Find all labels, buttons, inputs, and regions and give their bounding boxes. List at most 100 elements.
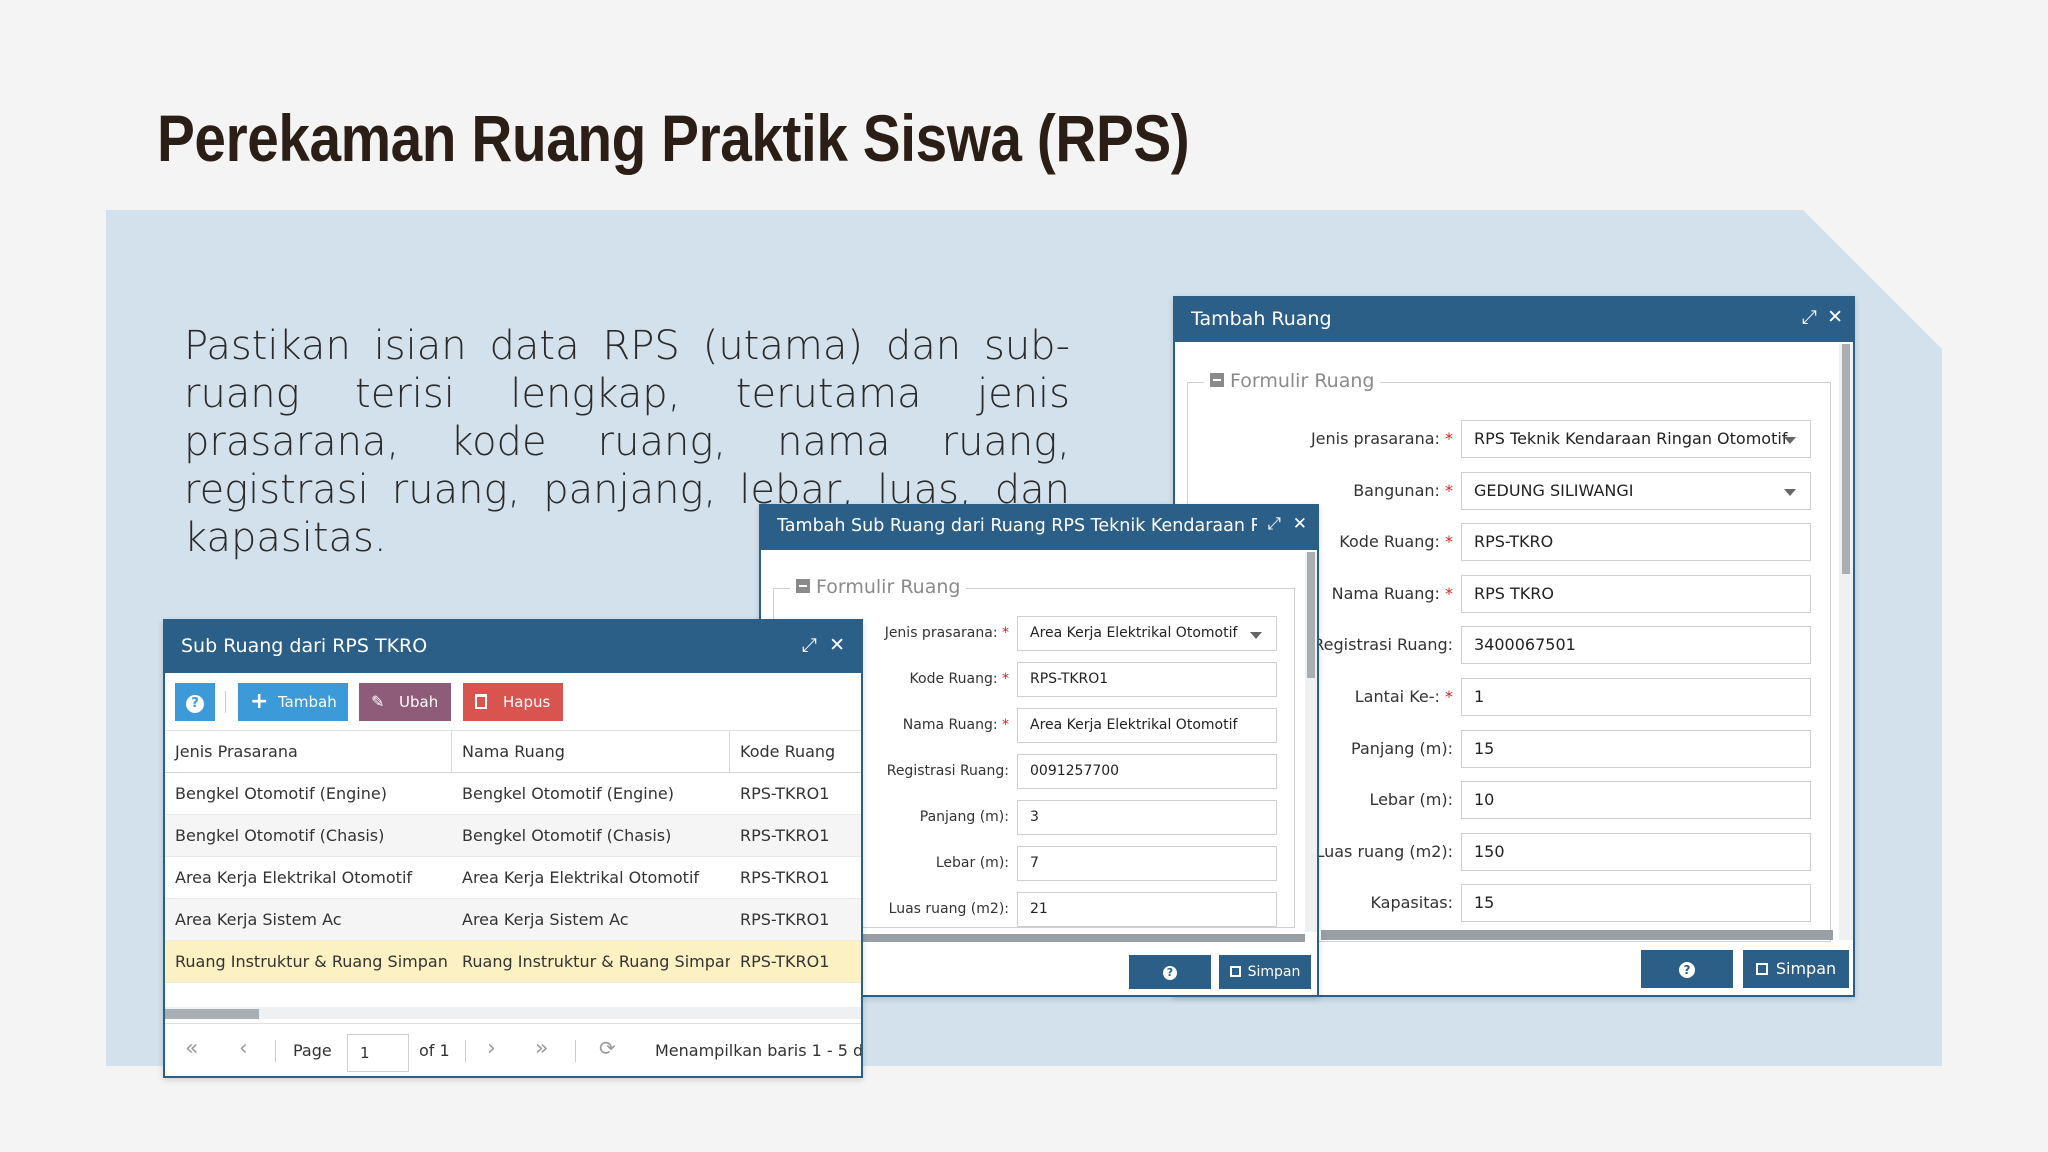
column-header-nama-ruang[interactable]: Nama Ruang [452,731,730,772]
save-button[interactable]: Simpan [1219,955,1311,989]
select-field[interactable]: Area Kerja Elektrikal Otomotif [1017,616,1277,651]
legend-label: Formulir Ruang [1230,370,1375,392]
field-label-text: Kode Ruang: [909,671,998,687]
first-page-icon[interactable]: « [185,1036,198,1061]
horizontal-scrollbar[interactable] [165,1007,861,1019]
collapse-icon[interactable] [796,579,810,593]
field-label-text: Panjang (m): [1351,738,1453,758]
fieldset-legend: Formulir Ruang [790,576,967,598]
table-row[interactable]: Bengkel Otomotif (Engine) Bengkel Otomoti… [165,773,861,815]
table-row[interactable]: Ruang Instruktur & Ruang Simpan Ruang Ins… [165,941,861,983]
text-field[interactable]: 15 [1461,729,1811,768]
cell-nama-ruang: Bengkel Otomotif (Engine) [462,784,674,803]
text-field[interactable]: 3400067501 [1461,626,1811,665]
column-header-kode-ruang[interactable]: Kode Ruang [730,731,861,772]
field-label: Bangunan: * [1175,481,1453,500]
window-title: Tambah Ruang [1191,308,1332,330]
field-value: 15 [1474,738,1495,758]
text-field[interactable]: 0091257700 [1017,754,1277,789]
scrollbar-thumb[interactable] [165,1009,259,1019]
chevron-down-icon[interactable] [1250,632,1262,639]
cell-jenis-prasarana: Area Kerja Elektrikal Otomotif [175,868,413,887]
footer-divider [1321,930,1833,940]
pencil-icon: ✎ [371,692,385,711]
page-label: Page [293,1041,332,1060]
edit-button[interactable]: ✎ Ubah [359,683,451,721]
table-row[interactable]: Area Kerja Sistem Ac Area Kerja Sistem Ac… [165,899,861,941]
plus-icon: + [250,689,269,714]
field-label-text: Panjang (m): [919,809,1009,825]
maximize-icon[interactable]: ⤢ [1802,306,1817,328]
required-asterisk: * [997,717,1009,733]
field-label-text: Nama Ruang: [902,717,998,733]
cell-kode-ruang: RPS-TKRO1 [740,868,830,887]
help-button[interactable]: ? [1129,955,1211,989]
add-button[interactable]: + Tambah [238,683,348,721]
pager-separator [275,1040,276,1062]
text-field[interactable]: Area Kerja Elektrikal Otomotif [1017,708,1277,743]
text-field[interactable]: 3 [1017,800,1277,835]
pager-status: Menampilkan baris 1 - 5 dar [655,1041,863,1060]
field-value: 1 [1474,687,1485,706]
column-header-jenis-prasarana[interactable]: Jenis Prasarana [165,731,452,772]
text-field[interactable]: 10 [1461,781,1811,820]
text-field[interactable]: 15 [1461,884,1811,923]
text-field[interactable]: RPS TKRO [1461,574,1811,613]
table-row[interactable]: Area Kerja Elektrikal Otomotif Area Kerja… [165,857,861,899]
text-field[interactable]: 21 [1017,892,1277,927]
field-label-text: Lantai Ke-: [1354,687,1440,706]
field-label-text: Luas ruang (m2): [888,901,1009,917]
text-field[interactable]: RPS-TKRO1 [1017,662,1277,697]
scrollbar-thumb[interactable] [1842,344,1850,574]
chevron-down-icon[interactable] [1784,488,1796,496]
next-page-icon[interactable]: › [487,1036,496,1061]
chevron-down-icon[interactable] [1784,437,1796,444]
cell-kode-ruang: RPS-TKRO1 [740,952,830,971]
page-number-input[interactable] [347,1034,409,1072]
close-icon[interactable]: ✕ [1827,306,1843,328]
field-value: 10 [1474,790,1495,810]
delete-label: Hapus [503,693,551,711]
save-label: Simpan [1775,959,1837,978]
table-row[interactable]: Bengkel Otomotif (Chasis) Bengkel Otomoti… [165,815,861,857]
select-field[interactable]: GEDUNG SILIWANGI [1461,471,1811,510]
pager-separator [465,1040,466,1062]
text-field[interactable]: 7 [1017,846,1277,881]
required-asterisk: * [1439,687,1453,706]
prev-page-icon[interactable]: ‹ [239,1036,248,1061]
help-button[interactable]: ? [1641,950,1733,988]
field-label: Jenis prasarana: * [1175,429,1453,448]
last-page-icon[interactable]: » [535,1036,548,1061]
close-icon[interactable]: ✕ [829,634,845,656]
field-label-text: Lebar (m): [1369,790,1453,810]
collapse-icon[interactable] [1210,373,1224,387]
field-value: 15 [1474,893,1495,913]
select-field[interactable]: RPS Teknik Kendaraan Ringan Otomotif [1461,420,1811,458]
maximize-icon[interactable]: ⤢ [802,634,817,656]
field-label-text: Luas ruang (m2): [1315,841,1453,861]
text-field[interactable]: 150 [1461,832,1811,871]
floppy-icon [1229,966,1241,977]
legend-label: Formulir Ruang [816,576,961,598]
text-field[interactable]: 1 [1461,678,1811,716]
page-count-label: of 1 [419,1041,450,1060]
field-label-text: Kode Ruang: [1339,532,1440,552]
scrollbar-thumb[interactable] [1307,552,1315,678]
cell-nama-ruang: Bengkel Otomotif (Chasis) [462,826,672,845]
refresh-icon[interactable]: ⟳ [599,1036,616,1060]
slide-title: Perekaman Ruang Praktik Siswa (RPS) [157,101,1190,175]
maximize-icon[interactable]: ⤢ [1267,514,1281,534]
cell-nama-ruang: Ruang Instruktur & Ruang Simpan [462,952,730,971]
field-label-text: Bangunan: [1353,480,1440,500]
save-button[interactable]: Simpan [1743,950,1849,988]
close-icon[interactable]: ✕ [1293,514,1307,534]
help-button[interactable]: ? [175,683,215,721]
field-label-text: Kapasitas: [1370,893,1453,913]
delete-button[interactable]: Hapus [463,683,563,721]
field-value: RPS TKRO [1474,583,1554,603]
text-field[interactable]: RPS-TKRO [1461,523,1811,562]
cell-kode-ruang: RPS-TKRO1 [740,784,830,803]
cell-nama-ruang: Area Kerja Sistem Ac [462,910,629,929]
field-label-text: Lebar (m): [935,855,1009,871]
required-asterisk: * [1439,480,1453,500]
